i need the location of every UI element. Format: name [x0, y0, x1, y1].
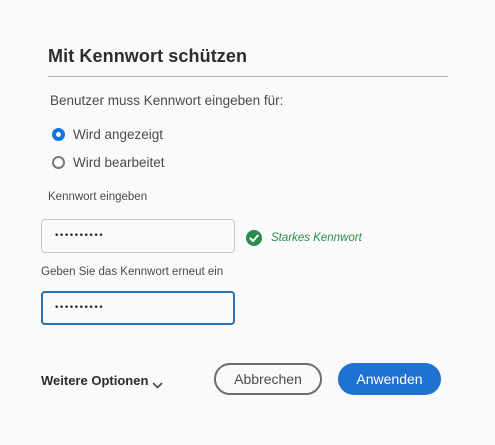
radio-button-checked[interactable] [52, 128, 65, 141]
password-label: Kennwort eingeben [48, 191, 148, 203]
radio-option-edited[interactable]: Wird bearbeitet [52, 155, 165, 170]
confirm-password-label: Geben Sie das Kennwort erneut ein [41, 266, 224, 278]
dialog-title: Mit Kennwort schützen [48, 46, 248, 66]
radio-button-unchecked[interactable] [52, 156, 65, 169]
title-divider [48, 76, 448, 77]
check-circle-icon [246, 230, 262, 246]
chevron-down-icon [152, 378, 163, 388]
intro-text: Benutzer muss Kennwort eingeben für: [50, 93, 284, 108]
password-input[interactable]: •••••••••• [41, 219, 235, 253]
password-strength-text: Starkes Kennwort [271, 232, 362, 244]
password-strength-indicator: Starkes Kennwort [246, 230, 362, 246]
radio-label-edited: Wird bearbeitet [73, 155, 165, 170]
confirm-password-input[interactable]: •••••••••• [41, 291, 235, 325]
radio-label-viewed: Wird angezeigt [73, 127, 164, 142]
more-options-toggle[interactable]: Weitere Optionen [41, 373, 163, 388]
apply-button[interactable]: Anwenden [338, 363, 441, 395]
cancel-button[interactable]: Abbrechen [214, 363, 322, 395]
password-protect-dialog: Mit Kennwort schützen Benutzer muss Kenn… [0, 0, 495, 445]
more-options-label: Weitere Optionen [41, 373, 149, 388]
radio-option-viewed[interactable]: Wird angezeigt [52, 127, 163, 142]
